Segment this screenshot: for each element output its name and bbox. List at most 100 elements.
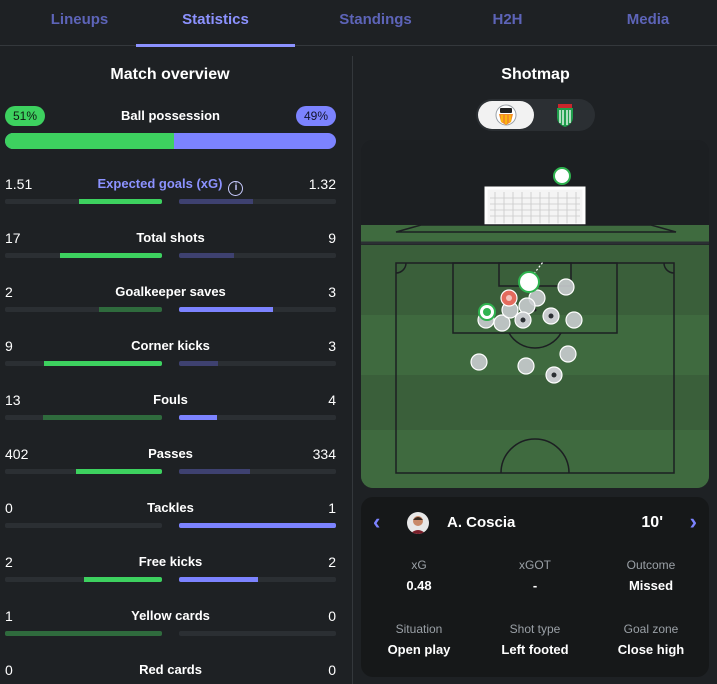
shot-type-label: Shot type [509,622,561,636]
stat-home-bar [5,199,162,204]
selected-shot-endpoint [553,167,571,185]
stat-away-bar [179,361,336,366]
stat-label: Total shots [5,229,336,247]
stat-label: Tackles [5,499,336,517]
pitch-graphic [361,140,709,488]
outcome-cell: Outcome Missed [593,557,709,595]
stat-label: Red cards [5,661,336,679]
stat-home-bar-fill [78,199,162,204]
stat-row: 9 Corner kicks 3 [5,337,336,371]
avatar [407,512,429,534]
stat-row: 0 Tackles 1 [5,499,336,533]
stat-away-value: 4 [328,392,336,408]
stat-away-value: 334 [312,446,336,462]
stat-away-bar [179,577,336,582]
away-team-crest-icon [557,104,573,127]
stat-away-bar-fill [179,361,219,366]
stat-home-bar [5,631,162,636]
situation-cell: Situation Open play [361,621,477,659]
ball-possession: Ball possession 51% 49% [5,106,336,151]
shot-marker [565,311,583,329]
stat-home-bar [5,307,162,312]
stat-away-bar [179,415,336,420]
stat-away-value: 0 [328,608,336,624]
stat-row: 2 Goalkeeper saves 3 [5,283,336,317]
info-icon[interactable]: i [228,181,244,196]
panel-divider [352,56,353,684]
stat-home-bar [5,523,162,528]
tab-statistics[interactable]: Statistics [136,0,295,47]
tab-media[interactable]: Media [594,0,702,46]
stat-away-bar [179,523,336,528]
stat-row: 1.51 Expected goals (xG) i 1.32 [5,175,336,209]
stat-away-bar [179,631,336,636]
shot-minute: 10' [641,514,663,531]
shot-marker [559,345,577,363]
stat-label-text: Fouls [153,392,188,407]
stat-label: Goalkeeper saves [5,283,336,301]
stat-label: Expected goals (xG) i [5,175,336,196]
stat-label-text: Expected goals (xG) [97,176,223,191]
goal-zone-cell: Goal zone Close high [593,621,709,659]
stat-away-bar [179,253,336,258]
stat-away-bar-fill [179,253,234,258]
shot-marker [470,353,488,371]
home-possession-badge: 51% [5,106,46,126]
stat-label-text: Yellow cards [131,608,210,623]
stat-row: 0 Red cards 0 [5,661,336,684]
stat-away-value: 1.32 [308,176,336,192]
xg-value: 0.48 [406,578,432,593]
player-name: A. Coscia [447,514,516,531]
away-possession-badge: 49% [295,106,336,126]
stat-away-bar-fill [179,577,258,582]
outcome-value: Missed [628,578,674,593]
stat-home-bar [5,415,162,420]
tab-standings[interactable]: Standings [296,0,455,46]
shot-marker [557,278,575,296]
shotmap-title: Shotmap [501,66,570,83]
goal-zone-value: Close high [617,642,685,657]
xg-label: xG [411,558,427,572]
stat-home-bar-fill [5,631,162,636]
stat-away-value: 9 [328,230,336,246]
match-overview-title: Match overview [110,66,230,83]
goal-zone-label: Goal zone [623,622,679,636]
chevron-right-icon[interactable]: › [690,511,697,533]
stat-away-bar-fill [179,199,253,204]
stat-away-value: 1 [328,500,336,516]
stat-label-text: Free kicks [138,554,203,569]
stat-row: 17 Total shots 9 [5,229,336,263]
stat-home-bar-fill [44,361,162,366]
home-team-button[interactable] [478,101,534,129]
stat-label-text: Passes [148,446,193,461]
team-toggle [476,99,595,131]
xgot-value: - [532,578,538,593]
stat-label: Yellow cards [5,607,336,625]
stat-label: Passes [5,445,336,463]
stat-away-bar [179,199,336,204]
stat-away-bar [179,469,336,474]
stat-away-bar-fill [179,523,336,528]
stat-home-bar-fill [59,253,162,258]
stat-away-bar-fill [179,307,274,312]
away-team-button[interactable] [537,101,593,129]
shotmap-pitch [361,140,709,488]
stat-label-text: Corner kicks [131,338,210,353]
outcome-label: Outcome [626,558,676,572]
stat-label-text: Tackles [147,500,194,515]
stat-home-bar [5,361,162,366]
xgot-label: xGOT [519,558,551,572]
situation-value: Open play [387,642,451,657]
stat-label-text: Goalkeeper saves [115,284,226,299]
stat-home-bar [5,469,162,474]
selected-shot-marker [518,271,540,293]
xg-cell: xG 0.48 [361,557,477,595]
chevron-left-icon[interactable]: ‹ [373,511,380,533]
stat-away-bar-fill [179,415,217,420]
stat-home-bar [5,253,162,258]
stat-label: Fouls [5,391,336,409]
tab-h2h[interactable]: H2H [456,0,559,46]
home-team-crest-icon [495,104,517,126]
possession-bar [5,133,336,149]
stat-away-value: 3 [328,338,336,354]
